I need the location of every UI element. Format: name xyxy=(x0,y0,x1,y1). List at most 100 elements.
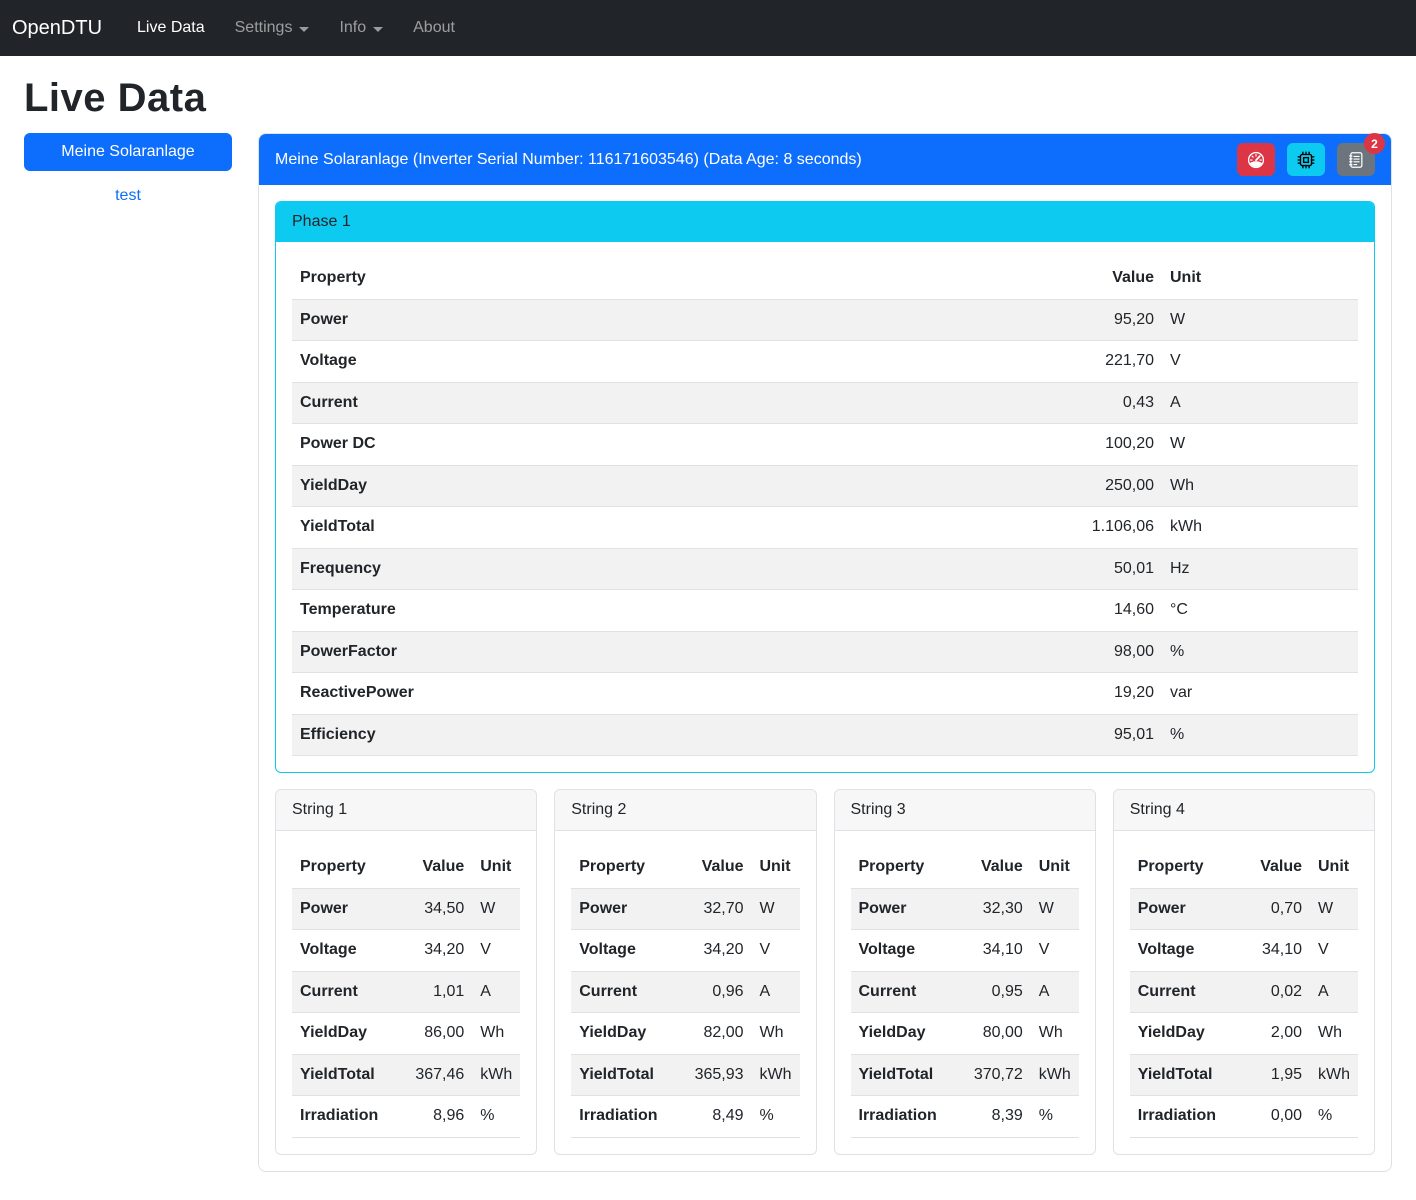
table-row: PowerFactor98,00% xyxy=(292,631,1358,673)
table-row: Voltage221,70V xyxy=(292,341,1358,383)
value-cell: 2,00 xyxy=(1224,1013,1310,1055)
event-log-button[interactable]: 2 xyxy=(1337,143,1375,176)
limit-settings-button[interactable] xyxy=(1237,143,1275,176)
table-row: YieldDay80,00Wh xyxy=(851,1013,1079,1055)
property-cell: Voltage xyxy=(571,930,665,972)
column-header: Unit xyxy=(472,847,520,888)
table-row: YieldTotal367,46kWh xyxy=(292,1054,520,1096)
table-row: YieldTotal1,95kWh xyxy=(1130,1054,1358,1096)
strings-row: String 1 PropertyValueUnit Power34,50WVo… xyxy=(275,789,1375,1155)
unit-cell: A xyxy=(752,971,800,1013)
property-cell: Voltage xyxy=(851,930,945,972)
property-cell: YieldTotal xyxy=(1130,1054,1224,1096)
property-cell: YieldTotal xyxy=(292,507,1072,549)
property-cell: Current xyxy=(292,382,1072,424)
property-cell: YieldDay xyxy=(851,1013,945,1055)
property-cell: Power xyxy=(292,299,1072,341)
value-cell: 370,72 xyxy=(945,1054,1031,1096)
property-cell: Efficiency xyxy=(292,714,1072,756)
unit-cell: Wh xyxy=(1162,465,1358,507)
inverter-panel: Meine Solaranlage (Inverter Serial Numbe… xyxy=(258,133,1392,1172)
table-row: Power32,30W xyxy=(851,888,1079,930)
page-title: Live Data xyxy=(24,76,1392,121)
property-cell: YieldDay xyxy=(292,465,1072,507)
column-header: Property xyxy=(292,258,1072,299)
string-table-1: PropertyValueUnit Power34,50WVoltage34,2… xyxy=(292,847,520,1138)
unit-cell: V xyxy=(752,930,800,972)
value-cell: 86,00 xyxy=(386,1013,472,1055)
inverter-link-test[interactable]: test xyxy=(24,187,232,205)
value-cell: 95,20 xyxy=(1072,299,1162,341)
property-cell: Current xyxy=(292,971,386,1013)
table-row: Voltage34,20V xyxy=(571,930,799,972)
unit-cell: % xyxy=(1162,714,1358,756)
unit-cell: Wh xyxy=(1310,1013,1358,1055)
property-cell: YieldDay xyxy=(292,1013,386,1055)
property-cell: Temperature xyxy=(292,590,1072,632)
column-header: Value xyxy=(1072,258,1162,299)
property-cell: Current xyxy=(851,971,945,1013)
property-cell: Irradiation xyxy=(571,1096,665,1138)
unit-cell: kWh xyxy=(1162,507,1358,549)
unit-cell: A xyxy=(472,971,520,1013)
inverter-panel-title: Meine Solaranlage (Inverter Serial Numbe… xyxy=(275,151,862,169)
value-cell: 32,70 xyxy=(665,888,751,930)
table-row: Irradiation8,39% xyxy=(851,1096,1079,1138)
value-cell: 34,20 xyxy=(665,930,751,972)
phase-card-title: Phase 1 xyxy=(276,202,1374,242)
value-cell: 8,96 xyxy=(386,1096,472,1138)
nav-item-info[interactable]: Info xyxy=(324,11,398,45)
brand-logo[interactable]: OpenDTU xyxy=(12,13,102,44)
table-row: Current1,01A xyxy=(292,971,520,1013)
unit-cell: A xyxy=(1310,971,1358,1013)
string-card-title: String 1 xyxy=(276,790,536,831)
property-cell: YieldDay xyxy=(1130,1013,1224,1055)
unit-cell: kWh xyxy=(472,1054,520,1096)
unit-cell: V xyxy=(472,930,520,972)
property-cell: Power xyxy=(1130,888,1224,930)
unit-cell: V xyxy=(1310,930,1358,972)
value-cell: 80,00 xyxy=(945,1013,1031,1055)
column-header: Property xyxy=(292,847,386,888)
string-table-2: PropertyValueUnit Power32,70WVoltage34,2… xyxy=(571,847,799,1138)
value-cell: 0,96 xyxy=(665,971,751,1013)
table-row: YieldDay86,00Wh xyxy=(292,1013,520,1055)
table-row: Frequency50,01Hz xyxy=(292,548,1358,590)
nav-item-settings[interactable]: Settings xyxy=(220,11,325,45)
property-cell: Voltage xyxy=(292,930,386,972)
property-cell: YieldTotal xyxy=(851,1054,945,1096)
device-info-button[interactable] xyxy=(1287,143,1325,176)
nav-item-live-data[interactable]: Live Data xyxy=(122,11,220,45)
speedometer-icon xyxy=(1247,151,1265,169)
value-cell: 0,95 xyxy=(945,971,1031,1013)
value-cell: 14,60 xyxy=(1072,590,1162,632)
property-cell: YieldTotal xyxy=(292,1054,386,1096)
navbar: OpenDTU Live Data Settings Info About xyxy=(0,0,1416,56)
table-row: Current0,43A xyxy=(292,382,1358,424)
unit-cell: var xyxy=(1162,673,1358,715)
table-row: Power95,20W xyxy=(292,299,1358,341)
nav-item-settings-label: Settings xyxy=(235,19,293,37)
inverter-panel-header: Meine Solaranlage (Inverter Serial Numbe… xyxy=(259,134,1391,185)
nav-item-about[interactable]: About xyxy=(398,11,470,45)
column-header: Unit xyxy=(1310,847,1358,888)
table-row: YieldDay82,00Wh xyxy=(571,1013,799,1055)
table-row: Temperature14,60°C xyxy=(292,590,1358,632)
property-cell: YieldTotal xyxy=(571,1054,665,1096)
journal-text-icon xyxy=(1347,151,1365,169)
value-cell: 19,20 xyxy=(1072,673,1162,715)
table-row: Current0,96A xyxy=(571,971,799,1013)
table-header-row: PropertyValueUnit xyxy=(571,847,799,888)
string-card-title: String 4 xyxy=(1114,790,1374,831)
table-row: Irradiation8,49% xyxy=(571,1096,799,1138)
unit-cell: kWh xyxy=(1031,1054,1079,1096)
unit-cell: Wh xyxy=(752,1013,800,1055)
property-cell: Irradiation xyxy=(1130,1096,1224,1138)
table-header-row: PropertyValueUnit xyxy=(851,847,1079,888)
property-cell: Power xyxy=(851,888,945,930)
column-header: Property xyxy=(571,847,665,888)
inverter-button-selected[interactable]: Meine Solaranlage xyxy=(24,133,232,171)
value-cell: 100,20 xyxy=(1072,424,1162,466)
table-row: YieldTotal365,93kWh xyxy=(571,1054,799,1096)
value-cell: 365,93 xyxy=(665,1054,751,1096)
